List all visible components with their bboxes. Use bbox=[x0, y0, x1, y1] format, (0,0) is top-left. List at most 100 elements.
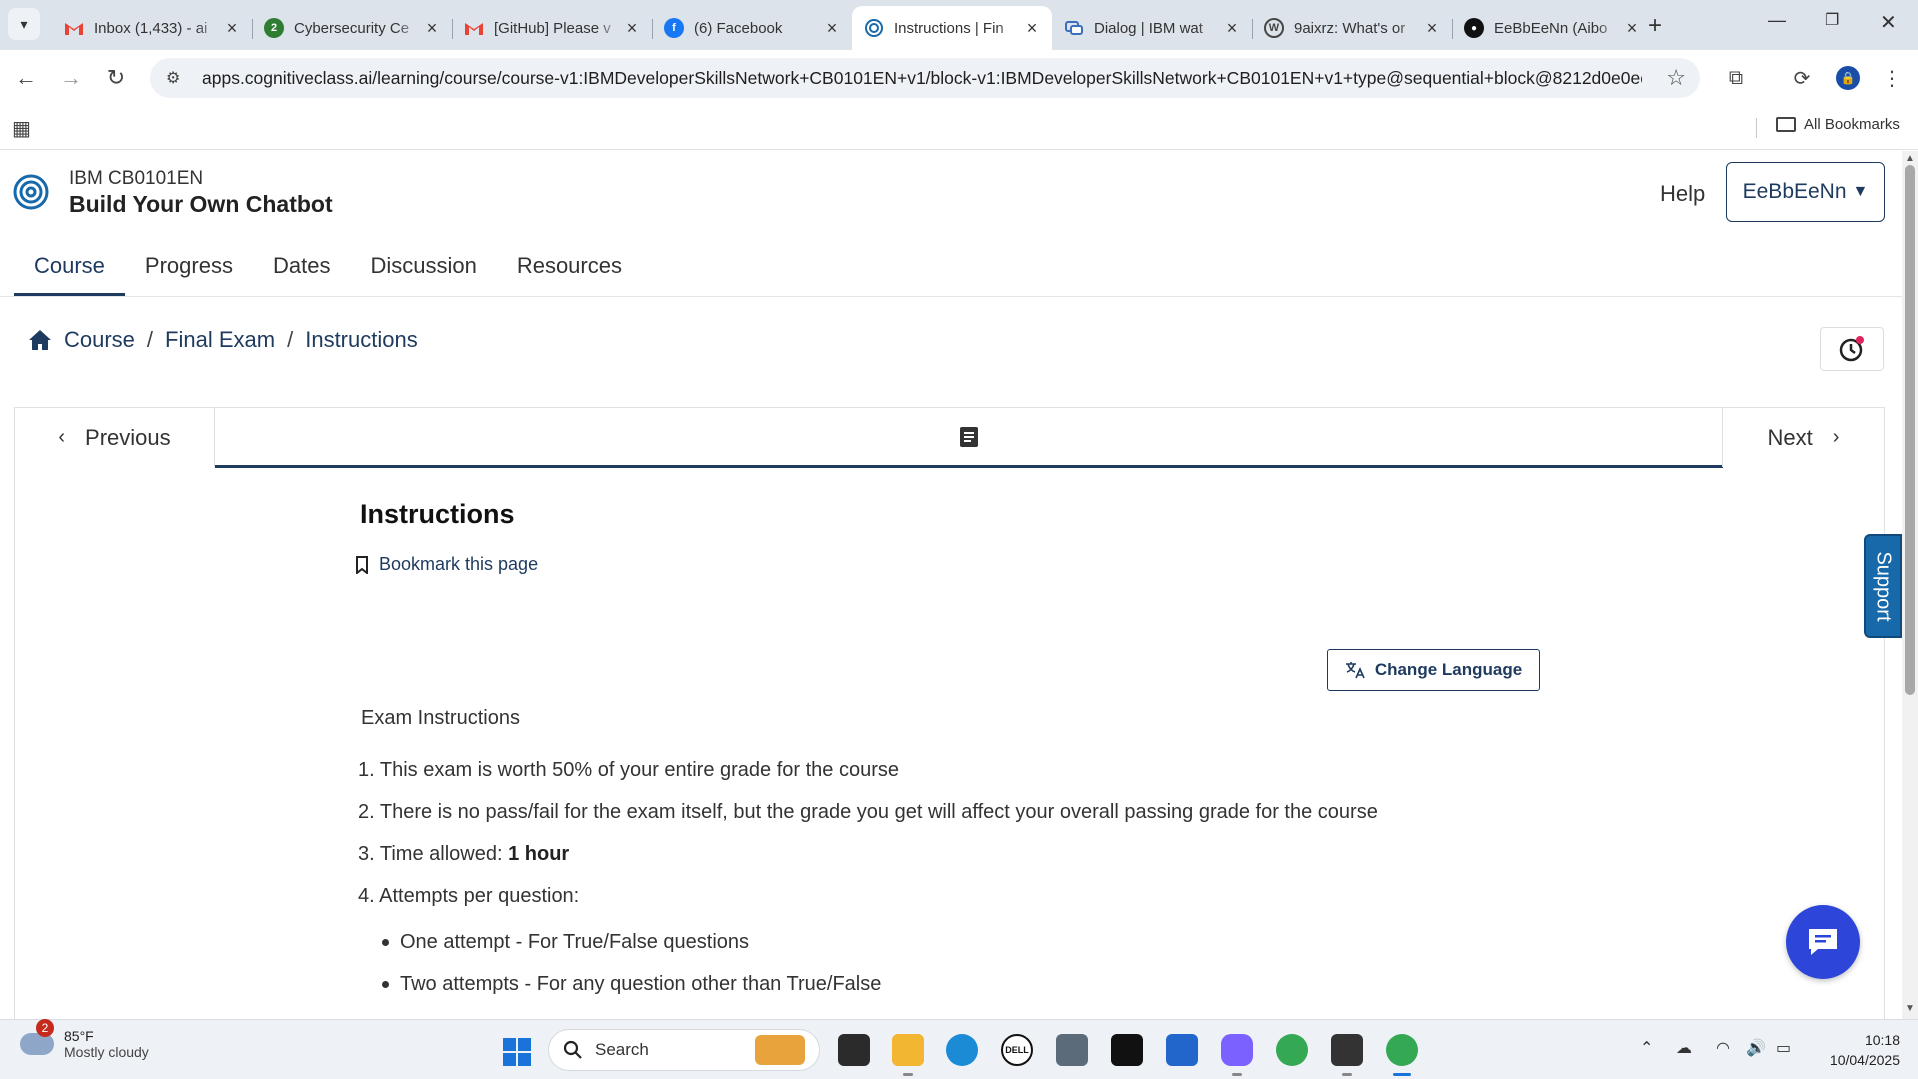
breadcrumb-final-exam[interactable]: Final Exam bbox=[165, 327, 275, 353]
search-icon bbox=[563, 1040, 582, 1059]
breadcrumb-instructions[interactable]: Instructions bbox=[305, 327, 418, 353]
close-icon[interactable]: × bbox=[1022, 18, 1042, 39]
tray-chevron-up-icon[interactable]: ⌃ bbox=[1640, 1038, 1653, 1058]
chevron-down-icon: ▾ bbox=[20, 15, 28, 32]
browser-tab[interactable]: ● EeBbEeNn (Aibo × bbox=[1452, 8, 1652, 48]
running-indicator bbox=[1232, 1073, 1242, 1076]
bookmark-label: Bookmark this page bbox=[379, 554, 539, 574]
unit-content-frame bbox=[14, 466, 1885, 1019]
close-icon[interactable]: × bbox=[422, 18, 442, 39]
restore-icon[interactable]: ❐ bbox=[1825, 10, 1839, 30]
chat-button[interactable] bbox=[1786, 905, 1860, 979]
taskbar-clock[interactable]: 10:18 10/04/2025 bbox=[1810, 1030, 1900, 1070]
bookmarks-bar: ▦ All Bookmarks bbox=[0, 106, 1918, 150]
page-scrollbar[interactable]: ▲ ▼ bbox=[1902, 151, 1918, 1019]
sequence-unit-tab[interactable] bbox=[215, 408, 1723, 468]
close-icon[interactable]: × bbox=[1222, 18, 1242, 39]
previous-button[interactable]: ‹ Previous bbox=[15, 408, 215, 467]
browser-tab[interactable]: 2 Cybersecurity Ce × bbox=[252, 8, 452, 48]
scroll-up-arrow-icon[interactable]: ▲ bbox=[1905, 153, 1915, 164]
tab-course[interactable]: Course bbox=[14, 251, 125, 297]
file-explorer-icon[interactable] bbox=[892, 1034, 924, 1066]
next-button[interactable]: Next › bbox=[1722, 408, 1884, 467]
cognitiveclass-logo-icon[interactable] bbox=[12, 173, 50, 211]
tab-progress[interactable]: Progress bbox=[125, 251, 253, 297]
back-arrow-icon[interactable]: ← bbox=[10, 62, 42, 94]
facebook-icon: f bbox=[664, 18, 684, 38]
user-menu-button[interactable]: EeBbEeNn ▼ bbox=[1726, 162, 1885, 222]
profile-avatar[interactable]: 🔒 bbox=[1832, 62, 1864, 94]
cognitiveclass-icon bbox=[864, 18, 884, 38]
chrome-profile-icon[interactable] bbox=[1386, 1034, 1418, 1066]
browser-tab[interactable]: W 9aixrz: What's or × bbox=[1252, 8, 1452, 48]
circle-2-icon: 2 bbox=[264, 18, 284, 38]
extensions-icon[interactable]: ⧉ bbox=[1720, 62, 1752, 94]
list-item: 4. Attempts per question: bbox=[358, 885, 580, 907]
chevron-right-icon: › bbox=[1832, 426, 1840, 448]
browser-tab[interactable]: Inbox (1,433) - ai × bbox=[52, 8, 252, 48]
scroll-down-arrow-icon[interactable]: ▼ bbox=[1905, 1003, 1915, 1014]
browser-tab[interactable]: [GitHub] Please v × bbox=[452, 8, 652, 48]
unit-title: Instructions bbox=[360, 499, 515, 529]
change-language-label: Change Language bbox=[1374, 660, 1523, 679]
support-tab[interactable]: Support bbox=[1864, 534, 1902, 638]
command-prompt-icon[interactable] bbox=[1331, 1034, 1363, 1066]
taskbar-search[interactable]: Search bbox=[548, 1029, 820, 1071]
window-close-icon[interactable]: ✕ bbox=[1880, 10, 1897, 35]
breadcrumb-course[interactable]: Course bbox=[64, 327, 135, 353]
apps-grid-icon[interactable]: ▦ bbox=[12, 116, 31, 141]
tab-search-menu-button[interactable]: ▾ bbox=[8, 8, 40, 40]
task-view-icon[interactable] bbox=[838, 1034, 870, 1066]
onedrive-icon[interactable]: ☁ bbox=[1676, 1038, 1692, 1058]
bookmark-star-icon[interactable]: ☆ bbox=[1666, 65, 1686, 91]
terminal-app-icon[interactable] bbox=[1111, 1034, 1143, 1066]
wifi-icon[interactable]: ◠ bbox=[1716, 1038, 1730, 1058]
tab-discussion[interactable]: Discussion bbox=[350, 251, 496, 297]
lock-icon: 🔒 bbox=[1836, 66, 1860, 90]
chevron-left-icon: ‹ bbox=[58, 426, 66, 448]
tab-dates[interactable]: Dates bbox=[253, 251, 350, 297]
browser-menu-icon[interactable]: ⋮ bbox=[1876, 62, 1908, 94]
notifications-button[interactable] bbox=[1820, 327, 1884, 371]
dell-icon[interactable]: DELL bbox=[1001, 1034, 1033, 1066]
all-bookmarks-button[interactable]: All Bookmarks bbox=[1776, 116, 1900, 133]
translate-icon bbox=[1345, 662, 1365, 679]
close-icon[interactable]: × bbox=[222, 18, 242, 39]
support-label: Support bbox=[1872, 550, 1895, 622]
browser-tab[interactable]: f (6) Facebook × bbox=[652, 8, 852, 48]
weather-widget[interactable]: 2 85°F Mostly cloudy bbox=[20, 1019, 149, 1060]
address-bar[interactable]: ⚙ apps.cognitiveclass.ai/learning/course… bbox=[150, 58, 1700, 98]
minimize-icon[interactable]: — bbox=[1768, 10, 1786, 31]
search-label: Search bbox=[595, 1040, 649, 1059]
close-icon[interactable]: × bbox=[622, 18, 642, 39]
close-icon[interactable]: × bbox=[1622, 18, 1642, 39]
browser-tab[interactable]: Dialog | IBM wat × bbox=[1052, 8, 1252, 48]
reload-icon[interactable]: ↻ bbox=[100, 62, 132, 94]
tab-resources[interactable]: Resources bbox=[497, 251, 642, 297]
help-link[interactable]: Help bbox=[1660, 181, 1705, 207]
windows-start-icon[interactable] bbox=[503, 1038, 531, 1066]
microsoft-store-icon[interactable] bbox=[1166, 1034, 1198, 1066]
home-icon[interactable] bbox=[28, 329, 52, 351]
copilot-icon[interactable] bbox=[1221, 1034, 1253, 1066]
date: 10/04/2025 bbox=[1829, 1052, 1900, 1068]
clock-icon bbox=[1839, 336, 1864, 362]
browser-tab-strip: ▾ Inbox (1,433) - ai × 2 Cybersecurity C… bbox=[0, 0, 1918, 50]
bookmark-page-button[interactable]: Bookmark this page bbox=[355, 554, 538, 575]
close-icon[interactable]: × bbox=[1422, 18, 1442, 39]
performance-icon[interactable]: ⟳ bbox=[1786, 62, 1818, 94]
new-tab-button[interactable]: + bbox=[1648, 12, 1662, 40]
battery-icon[interactable]: ▭ bbox=[1776, 1038, 1791, 1058]
site-settings-icon[interactable]: ⚙ bbox=[166, 68, 188, 88]
document-icon bbox=[960, 426, 978, 447]
bookmark-icon bbox=[356, 555, 368, 574]
change-language-button[interactable]: Change Language bbox=[1327, 649, 1540, 691]
browser-tab-active[interactable]: Instructions | Fin × bbox=[852, 6, 1052, 50]
chrome-icon[interactable] bbox=[1276, 1034, 1308, 1066]
scroll-thumb[interactable] bbox=[1905, 165, 1915, 695]
solitaire-icon[interactable] bbox=[1056, 1034, 1088, 1066]
volume-icon[interactable]: 🔊 bbox=[1746, 1038, 1766, 1058]
close-icon[interactable]: × bbox=[822, 18, 842, 39]
forward-arrow-icon[interactable]: → bbox=[55, 62, 87, 94]
edge-icon[interactable] bbox=[946, 1034, 978, 1066]
